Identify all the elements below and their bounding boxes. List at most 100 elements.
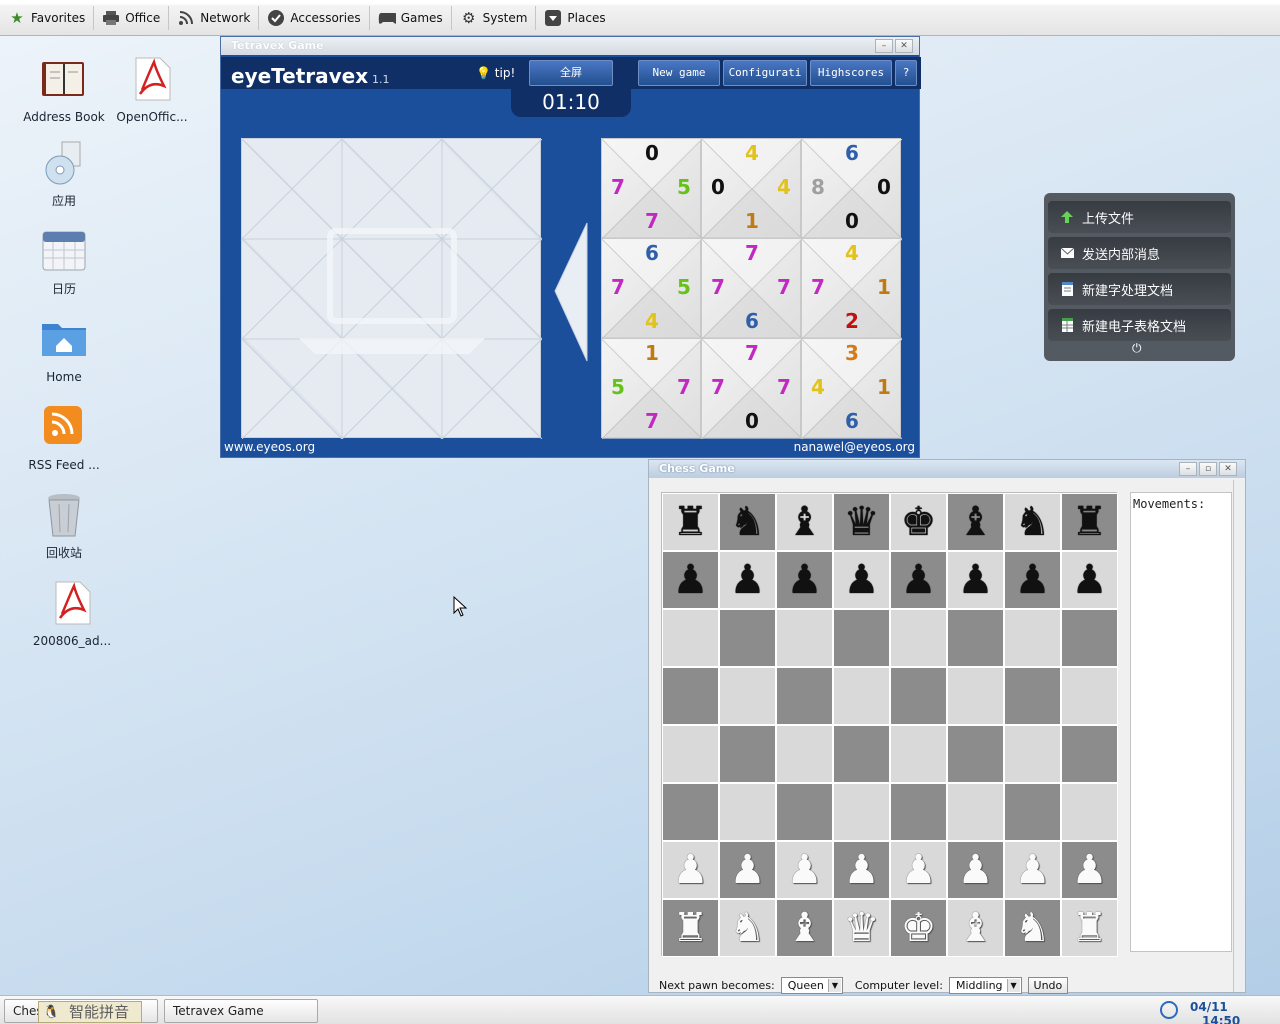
- chess-square[interactable]: ♟: [719, 841, 776, 899]
- window-title[interactable]: Chess Game: [649, 460, 1245, 478]
- chess-square[interactable]: ♜: [662, 899, 719, 957]
- white-knight-icon[interactable]: ♞: [1015, 908, 1051, 948]
- chess-square[interactable]: [662, 783, 719, 841]
- white-bishop-icon[interactable]: ♝: [958, 908, 994, 948]
- chess-square[interactable]: ♟: [833, 551, 890, 609]
- move-arrow-icon[interactable]: [553, 221, 589, 363]
- chess-square[interactable]: ♟: [890, 841, 947, 899]
- chess-square[interactable]: [776, 783, 833, 841]
- puzzle-tile[interactable]: 6547: [601, 238, 702, 339]
- white-king-icon[interactable]: ♚: [901, 908, 937, 948]
- close-button[interactable]: ✕: [1219, 462, 1237, 476]
- minimize-button[interactable]: –: [1179, 462, 1197, 476]
- chess-square[interactable]: [833, 783, 890, 841]
- menu-system[interactable]: ⚙ System: [452, 6, 537, 30]
- white-queen-icon[interactable]: ♛: [844, 908, 880, 948]
- puzzle-tile[interactable]: 1775: [601, 338, 702, 439]
- chess-square[interactable]: [890, 725, 947, 783]
- white-pawn-icon[interactable]: ♟: [730, 850, 766, 890]
- chess-square[interactable]: [947, 725, 1004, 783]
- black-pawn-icon[interactable]: ♟: [958, 560, 994, 600]
- desktop-icon-apps[interactable]: 应用: [22, 140, 106, 210]
- maximize-button[interactable]: ▫: [1199, 462, 1217, 476]
- chess-square[interactable]: [1004, 783, 1061, 841]
- minimize-button[interactable]: –: [875, 39, 893, 53]
- chess-square[interactable]: ♝: [776, 493, 833, 551]
- chess-square[interactable]: ♜: [1061, 493, 1118, 551]
- chess-square[interactable]: [1004, 609, 1061, 667]
- white-knight-icon[interactable]: ♞: [730, 908, 766, 948]
- chess-square[interactable]: [1061, 609, 1118, 667]
- puzzle-tile[interactable]: 0577: [601, 138, 702, 239]
- next-pawn-select[interactable]: Queen ▼: [780, 977, 843, 994]
- chess-square[interactable]: [1061, 783, 1118, 841]
- chess-square[interactable]: ♞: [719, 493, 776, 551]
- placement-board[interactable]: [241, 138, 542, 439]
- ime-indicator[interactable]: 🐧 智能拼音: [38, 1001, 142, 1023]
- chess-square[interactable]: [776, 667, 833, 725]
- black-bishop-icon[interactable]: ♝: [958, 502, 994, 542]
- chess-square[interactable]: ♜: [662, 493, 719, 551]
- author-email[interactable]: nanawel@eyeos.org: [794, 440, 915, 454]
- black-rook-icon[interactable]: ♜: [673, 502, 709, 542]
- white-pawn-icon[interactable]: ♟: [844, 850, 880, 890]
- black-knight-icon[interactable]: ♞: [730, 502, 766, 542]
- chess-square[interactable]: [890, 609, 947, 667]
- menu-favorites[interactable]: ★ Favorites: [0, 6, 95, 30]
- task-tetravex[interactable]: Tetravex Game: [164, 999, 318, 1023]
- chess-square[interactable]: [1061, 725, 1118, 783]
- desktop-icon-calendar[interactable]: 日历: [22, 228, 106, 298]
- new-document-button[interactable]: 新建字处理文档: [1048, 273, 1231, 305]
- chess-square[interactable]: ♜: [1061, 899, 1118, 957]
- black-pawn-icon[interactable]: ♟: [1015, 560, 1051, 600]
- black-pawn-icon[interactable]: ♟: [901, 560, 937, 600]
- chess-square[interactable]: ♝: [947, 493, 1004, 551]
- level-select[interactable]: Middling ▼: [948, 977, 1022, 994]
- chess-square[interactable]: [833, 667, 890, 725]
- chess-square[interactable]: ♟: [947, 551, 1004, 609]
- black-pawn-icon[interactable]: ♟: [844, 560, 880, 600]
- configuration-button[interactable]: Configurati: [723, 60, 807, 86]
- menu-places[interactable]: Places: [536, 6, 613, 30]
- new-game-button[interactable]: New game: [638, 60, 720, 86]
- chess-square[interactable]: ♚: [890, 899, 947, 957]
- chess-square[interactable]: ♝: [947, 899, 1004, 957]
- chess-square[interactable]: ♚: [890, 493, 947, 551]
- chess-square[interactable]: ♟: [1004, 551, 1061, 609]
- chess-square[interactable]: [719, 609, 776, 667]
- chess-square[interactable]: ♞: [719, 899, 776, 957]
- black-queen-icon[interactable]: ♛: [844, 502, 880, 542]
- undo-button[interactable]: Undo: [1027, 977, 1069, 994]
- upload-file-button[interactable]: 上传文件: [1048, 201, 1231, 233]
- chess-square[interactable]: ♟: [1061, 551, 1118, 609]
- desktop-icon-rss-feed[interactable]: RSS Feed ...: [22, 404, 106, 474]
- menu-network[interactable]: Network: [169, 6, 260, 30]
- chess-square[interactable]: ♟: [776, 841, 833, 899]
- chess-square[interactable]: [890, 667, 947, 725]
- chess-square[interactable]: ♞: [1004, 493, 1061, 551]
- chess-square[interactable]: [833, 609, 890, 667]
- white-pawn-icon[interactable]: ♟: [673, 850, 709, 890]
- chess-square[interactable]: [947, 783, 1004, 841]
- chess-square[interactable]: ♟: [662, 841, 719, 899]
- black-rook-icon[interactable]: ♜: [1072, 502, 1108, 542]
- tray-icon[interactable]: [1160, 1001, 1178, 1019]
- desktop-icon-pdf-file[interactable]: 200806_ad...: [30, 580, 114, 650]
- chess-square[interactable]: [776, 725, 833, 783]
- new-spreadsheet-button[interactable]: 新建电子表格文档: [1048, 309, 1231, 341]
- desktop-icon-trash[interactable]: 回收站: [22, 492, 106, 562]
- chess-square[interactable]: ♟: [719, 551, 776, 609]
- chess-square[interactable]: [719, 725, 776, 783]
- white-pawn-icon[interactable]: ♟: [1015, 850, 1051, 890]
- puzzle-tile[interactable]: 4127: [801, 238, 902, 339]
- chess-square[interactable]: [719, 667, 776, 725]
- white-bishop-icon[interactable]: ♝: [787, 908, 823, 948]
- chess-square[interactable]: [947, 667, 1004, 725]
- white-pawn-icon[interactable]: ♟: [958, 850, 994, 890]
- chess-square[interactable]: [1004, 725, 1061, 783]
- chess-square[interactable]: ♛: [833, 493, 890, 551]
- window-title[interactable]: Tetravex Game: [221, 37, 919, 55]
- send-message-button[interactable]: 发送内部消息: [1048, 237, 1231, 269]
- puzzle-tile[interactable]: 4410: [701, 138, 802, 239]
- close-button[interactable]: ✕: [895, 39, 913, 53]
